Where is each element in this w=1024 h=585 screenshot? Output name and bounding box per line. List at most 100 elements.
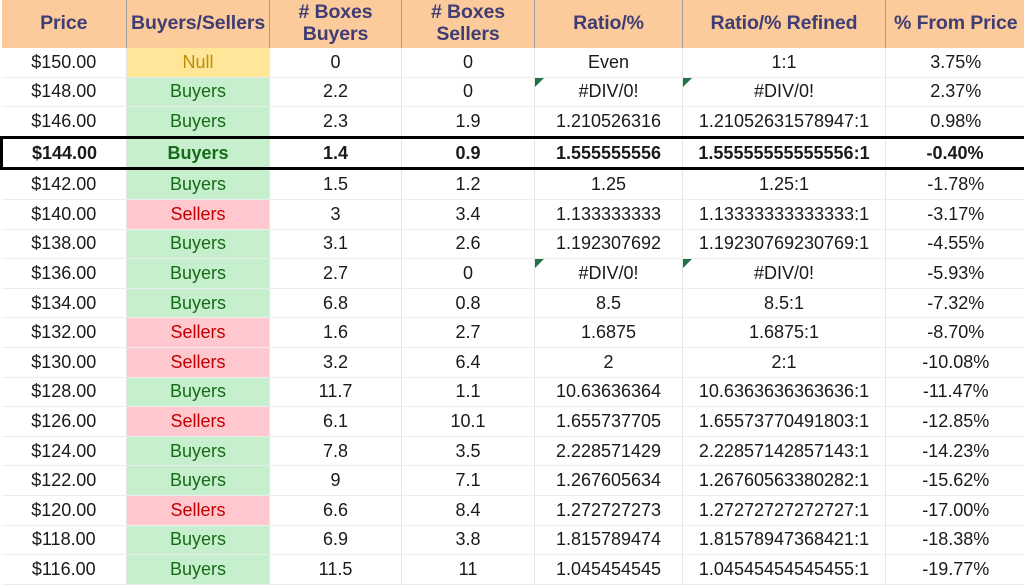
cell-pct-from-price[interactable]: -1.78% [886, 169, 1024, 200]
cell-ratio-refined[interactable]: 10.6363636363636:1 [683, 377, 886, 407]
cell-boxes-sellers[interactable]: 0 [402, 259, 535, 289]
cell-boxes-buyers[interactable]: 1.5 [270, 169, 402, 200]
cell-pct-from-price[interactable]: -10.08% [886, 347, 1024, 377]
cell-ratio-refined[interactable]: 1.6875:1 [683, 318, 886, 348]
cell-buyers-sellers[interactable]: Buyers [127, 436, 270, 466]
cell-buyers-sellers[interactable]: Buyers [127, 525, 270, 555]
cell-price[interactable]: $134.00 [2, 288, 127, 318]
cell-ratio-refined[interactable]: 1.13333333333333:1 [683, 199, 886, 229]
cell-boxes-buyers[interactable]: 6.9 [270, 525, 402, 555]
cell-buyers-sellers[interactable]: Buyers [127, 137, 270, 169]
cell-ratio-refined[interactable]: 1.65573770491803:1 [683, 407, 886, 437]
cell-price[interactable]: $130.00 [2, 347, 127, 377]
cell-ratio[interactable]: 1.045454545 [535, 555, 683, 585]
cell-ratio-refined[interactable]: 1.25:1 [683, 169, 886, 200]
cell-boxes-sellers[interactable]: 2.7 [402, 318, 535, 348]
cell-ratio[interactable]: 1.25 [535, 169, 683, 200]
cell-ratio-refined[interactable]: 2.22857142857143:1 [683, 436, 886, 466]
cell-ratio[interactable]: 8.5 [535, 288, 683, 318]
cell-boxes-buyers[interactable]: 11.7 [270, 377, 402, 407]
table-row[interactable]: $134.00Buyers6.80.88.58.5:1-7.32% [2, 288, 1024, 318]
table-row[interactable]: $128.00Buyers11.71.110.6363636410.636363… [2, 377, 1024, 407]
cell-boxes-buyers[interactable]: 2.3 [270, 107, 402, 138]
cell-ratio-refined[interactable]: #DIV/0! [683, 259, 886, 289]
cell-boxes-buyers[interactable]: 7.8 [270, 436, 402, 466]
cell-buyers-sellers[interactable]: Buyers [127, 169, 270, 200]
cell-pct-from-price[interactable]: -0.40% [886, 137, 1024, 169]
cell-buyers-sellers[interactable]: Buyers [127, 288, 270, 318]
column-header-ratio[interactable]: Ratio/% [535, 0, 683, 48]
cell-ratio[interactable]: 1.267605634 [535, 466, 683, 496]
cell-boxes-buyers[interactable]: 9 [270, 466, 402, 496]
cell-boxes-buyers[interactable]: 0 [270, 48, 402, 77]
table-row[interactable]: $124.00Buyers7.83.52.2285714292.22857142… [2, 436, 1024, 466]
cell-price[interactable]: $138.00 [2, 229, 127, 259]
cell-boxes-sellers[interactable]: 1.1 [402, 377, 535, 407]
column-header-ratio-refined[interactable]: Ratio/% Refined [683, 0, 886, 48]
cell-price[interactable]: $132.00 [2, 318, 127, 348]
cell-pct-from-price[interactable]: -14.23% [886, 436, 1024, 466]
cell-price[interactable]: $128.00 [2, 377, 127, 407]
cell-pct-from-price[interactable]: -7.32% [886, 288, 1024, 318]
cell-ratio[interactable]: 10.63636364 [535, 377, 683, 407]
cell-ratio[interactable]: 1.555555556 [535, 137, 683, 169]
cell-ratio[interactable]: 1.210526316 [535, 107, 683, 138]
cell-pct-from-price[interactable]: 2.37% [886, 77, 1024, 107]
cell-buyers-sellers[interactable]: Buyers [127, 229, 270, 259]
cell-boxes-buyers[interactable]: 6.8 [270, 288, 402, 318]
cell-boxes-sellers[interactable]: 0 [402, 48, 535, 77]
cell-boxes-buyers[interactable]: 3.2 [270, 347, 402, 377]
cell-boxes-sellers[interactable]: 7.1 [402, 466, 535, 496]
cell-ratio-refined[interactable]: 1.21052631578947:1 [683, 107, 886, 138]
cell-buyers-sellers[interactable]: Sellers [127, 318, 270, 348]
cell-price[interactable]: $142.00 [2, 169, 127, 200]
cell-pct-from-price[interactable]: -18.38% [886, 525, 1024, 555]
cell-boxes-buyers[interactable]: 3.1 [270, 229, 402, 259]
cell-boxes-buyers[interactable]: 2.2 [270, 77, 402, 107]
cell-ratio-refined[interactable]: 1.04545454545455:1 [683, 555, 886, 585]
cell-ratio-refined[interactable]: 1.81578947368421:1 [683, 525, 886, 555]
cell-buyers-sellers[interactable]: Buyers [127, 107, 270, 138]
cell-pct-from-price[interactable]: -17.00% [886, 495, 1024, 525]
cell-ratio[interactable]: 1.655737705 [535, 407, 683, 437]
column-header-buyers-sellers[interactable]: Buyers/Sellers [127, 0, 270, 48]
table-row[interactable]: $126.00Sellers6.110.11.6557377051.655737… [2, 407, 1024, 437]
cell-buyers-sellers[interactable]: Sellers [127, 199, 270, 229]
table-row[interactable]: $136.00Buyers2.70#DIV/0!#DIV/0!-5.93% [2, 259, 1024, 289]
cell-boxes-sellers[interactable]: 11 [402, 555, 535, 585]
cell-ratio[interactable]: 1.815789474 [535, 525, 683, 555]
cell-ratio-refined[interactable]: 1.19230769230769:1 [683, 229, 886, 259]
cell-ratio-refined[interactable]: 1:1 [683, 48, 886, 77]
table-row[interactable]: $138.00Buyers3.12.61.1923076921.19230769… [2, 229, 1024, 259]
cell-buyers-sellers[interactable]: Buyers [127, 377, 270, 407]
table-row[interactable]: $140.00Sellers33.41.1333333331.133333333… [2, 199, 1024, 229]
cell-ratio[interactable]: 1.6875 [535, 318, 683, 348]
cell-boxes-sellers[interactable]: 2.6 [402, 229, 535, 259]
column-header-boxes-buyers[interactable]: # Boxes Buyers [270, 0, 402, 48]
table-row[interactable]: $150.00Null00Even1:13.75% [2, 48, 1024, 77]
cell-pct-from-price[interactable]: -19.77% [886, 555, 1024, 585]
cell-pct-from-price[interactable]: 3.75% [886, 48, 1024, 77]
table-row[interactable]: $148.00Buyers2.20#DIV/0!#DIV/0!2.37% [2, 77, 1024, 107]
table-row[interactable]: $118.00Buyers6.93.81.8157894741.81578947… [2, 525, 1024, 555]
table-row[interactable]: $116.00Buyers11.5111.0454545451.04545454… [2, 555, 1024, 585]
cell-price[interactable]: $148.00 [2, 77, 127, 107]
cell-boxes-sellers[interactable]: 0 [402, 77, 535, 107]
table-row[interactable]: $132.00Sellers1.62.71.68751.6875:1-8.70% [2, 318, 1024, 348]
cell-boxes-buyers[interactable]: 1.4 [270, 137, 402, 169]
cell-boxes-sellers[interactable]: 6.4 [402, 347, 535, 377]
cell-boxes-sellers[interactable]: 0.9 [402, 137, 535, 169]
table-row[interactable]: $142.00Buyers1.51.21.251.25:1-1.78% [2, 169, 1024, 200]
cell-buyers-sellers[interactable]: Sellers [127, 347, 270, 377]
cell-ratio[interactable]: 1.272727273 [535, 495, 683, 525]
cell-price[interactable]: $116.00 [2, 555, 127, 585]
cell-ratio[interactable]: #DIV/0! [535, 259, 683, 289]
cell-pct-from-price[interactable]: -3.17% [886, 199, 1024, 229]
cell-boxes-sellers[interactable]: 1.2 [402, 169, 535, 200]
cell-ratio-refined[interactable]: 1.27272727272727:1 [683, 495, 886, 525]
column-header-pct-from-price[interactable]: % From Price [886, 0, 1024, 48]
cell-price[interactable]: $118.00 [2, 525, 127, 555]
cell-buyers-sellers[interactable]: Null [127, 48, 270, 77]
cell-ratio[interactable]: 1.133333333 [535, 199, 683, 229]
cell-boxes-sellers[interactable]: 8.4 [402, 495, 535, 525]
